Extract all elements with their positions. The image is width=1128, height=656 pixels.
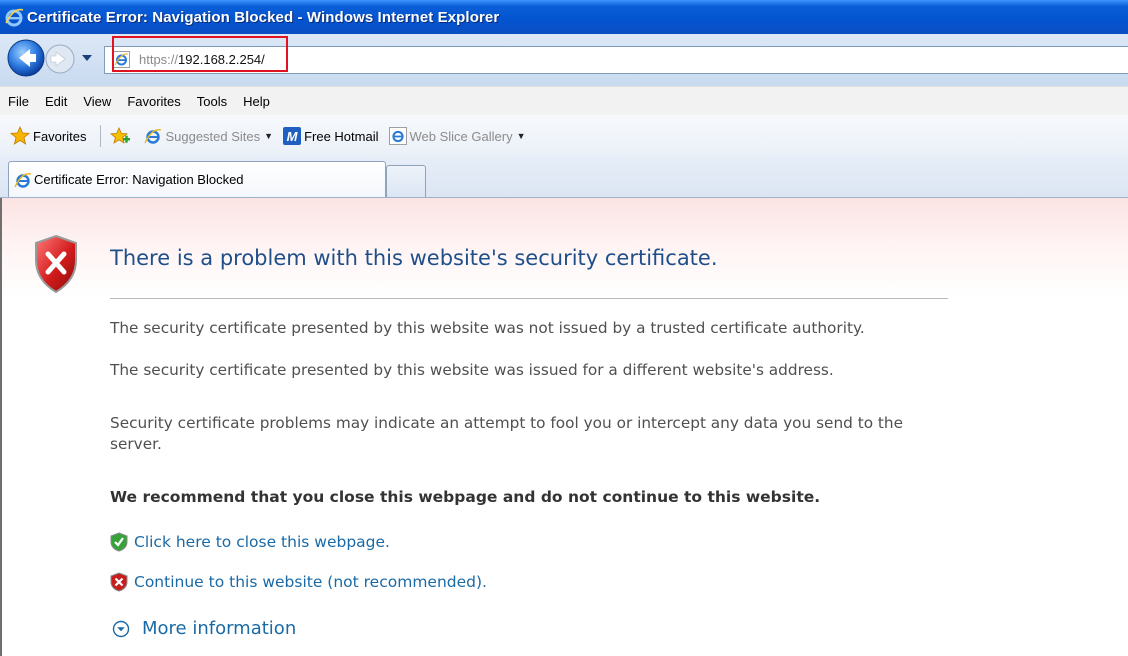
- favorites-separator: [100, 125, 102, 147]
- ie-icon: [14, 172, 32, 188]
- svg-text:M: M: [287, 129, 299, 144]
- continue-to-website-link[interactable]: Continue to this website (not recommende…: [110, 572, 487, 592]
- window-title-bar: Certificate Error: Navigation Blocked - …: [0, 0, 1128, 34]
- back-button[interactable]: [6, 38, 46, 78]
- error-reason-untrusted: The security certificate presented by th…: [110, 319, 865, 337]
- ie-icon: [144, 129, 162, 144]
- favorites-bar: Favorites Suggested Sites ▼ M Free Hotma…: [0, 115, 1128, 157]
- tab-certificate-error[interactable]: Certificate Error: Navigation Blocked: [8, 161, 386, 197]
- menu-bar: File Edit View Favorites Tools Help: [0, 86, 1128, 116]
- recent-pages-dropdown-icon[interactable]: [80, 52, 94, 64]
- free-hotmail-label: Free Hotmail: [304, 128, 379, 144]
- menu-file[interactable]: File: [0, 94, 37, 109]
- forward-button[interactable]: [44, 43, 76, 75]
- error-reason-mismatch: The security certificate presented by th…: [110, 361, 834, 379]
- page-content: There is a problem with this website's s…: [0, 198, 1128, 656]
- web-slice-gallery-label: Web Slice Gallery: [409, 128, 513, 144]
- shield-error-icon: [35, 234, 77, 294]
- favorites-star-icon: [10, 126, 30, 145]
- expand-circle-icon: [112, 620, 130, 637]
- recommendation-text: We recommend that you close this webpage…: [110, 488, 821, 506]
- favorites-label: Favorites: [33, 128, 87, 144]
- shield-x-icon: [110, 572, 128, 592]
- tab-bar: Certificate Error: Navigation Blocked: [0, 157, 1128, 198]
- menu-favorites[interactable]: Favorites: [119, 94, 188, 109]
- error-heading: There is a problem with this website's s…: [110, 246, 718, 270]
- tab-label: Certificate Error: Navigation Blocked: [34, 172, 244, 187]
- free-hotmail-button[interactable]: M Free Hotmail: [283, 127, 379, 145]
- new-tab-button[interactable]: [386, 165, 426, 197]
- url-highlight-box: [112, 36, 288, 72]
- menu-view[interactable]: View: [75, 94, 119, 109]
- divider: [110, 298, 948, 299]
- close-webpage-label: Click here to close this webpage.: [134, 533, 390, 551]
- web-slice-gallery-button[interactable]: Web Slice Gallery ▼: [388, 127, 526, 145]
- close-webpage-link[interactable]: Click here to close this webpage.: [110, 532, 390, 552]
- add-to-favorites-bar-button[interactable]: [109, 126, 134, 146]
- navigation-bar: https://192.168.2.254/: [0, 34, 1128, 86]
- continue-label: Continue to this website (not recommende…: [134, 573, 487, 591]
- menu-edit[interactable]: Edit: [37, 94, 75, 109]
- hotmail-icon: M: [283, 127, 302, 145]
- menu-help[interactable]: Help: [235, 94, 278, 109]
- shield-check-icon: [110, 532, 128, 552]
- ie-logo-icon: [5, 8, 24, 27]
- window-title: Certificate Error: Navigation Blocked - …: [27, 8, 500, 26]
- more-information-toggle[interactable]: More information: [110, 618, 296, 639]
- favorites-button[interactable]: Favorites: [10, 126, 86, 146]
- menu-tools[interactable]: Tools: [189, 94, 235, 109]
- chevron-down-icon: ▼: [264, 131, 274, 141]
- ie-page-icon: [388, 127, 407, 145]
- chevron-down-icon: ▼: [516, 131, 526, 141]
- error-warning: Security certificate problems may indica…: [110, 414, 904, 453]
- more-information-label: More information: [142, 618, 297, 639]
- suggested-sites-button[interactable]: Suggested Sites ▼: [144, 127, 273, 145]
- suggested-sites-label: Suggested Sites: [165, 128, 261, 144]
- add-favorite-icon: [110, 127, 131, 144]
